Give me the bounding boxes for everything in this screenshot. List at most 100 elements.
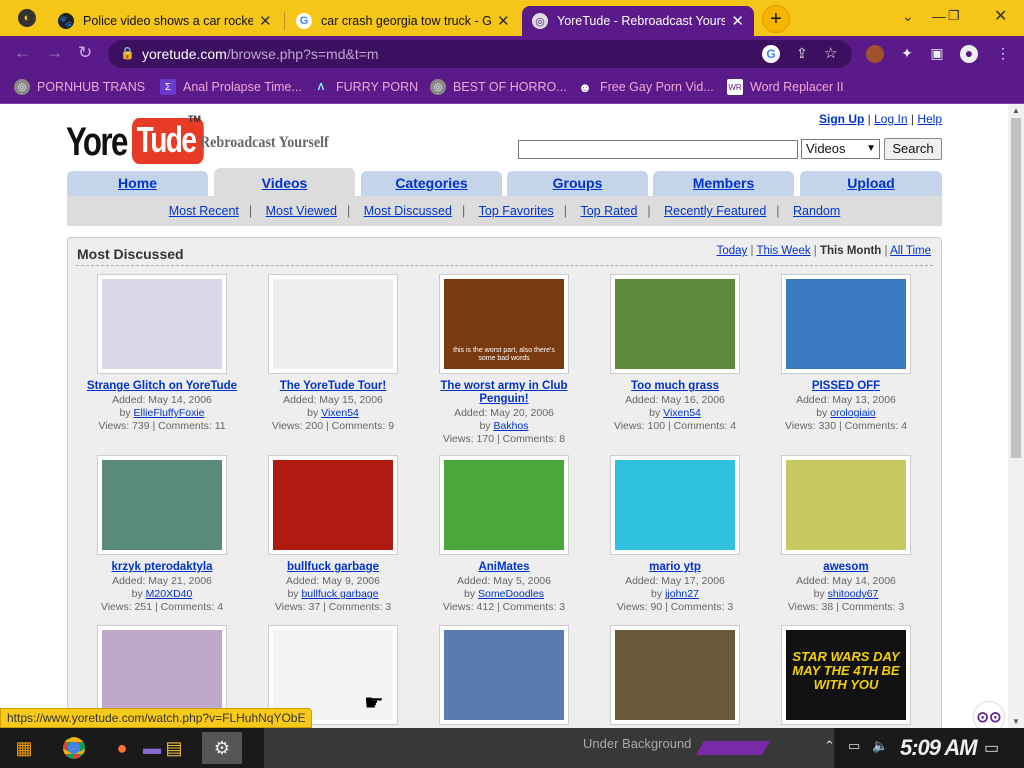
video-title-link[interactable]: bullfuck garbage bbox=[253, 561, 413, 574]
tab-search-icon[interactable]: ⌄ bbox=[902, 8, 914, 25]
tab-groups[interactable]: Groups bbox=[507, 171, 648, 196]
minimize-icon[interactable]: — bbox=[932, 8, 946, 24]
side-panel-icon[interactable]: ▣ bbox=[928, 45, 946, 63]
search-button[interactable]: Search bbox=[884, 138, 942, 160]
video-title-link[interactable]: krzyk pterodaktyla bbox=[82, 561, 242, 574]
subnav-most-recent[interactable]: Most Recent bbox=[169, 204, 239, 218]
subnav-recently-featured[interactable]: Recently Featured bbox=[664, 204, 766, 218]
scroll-thumb[interactable] bbox=[1011, 118, 1021, 458]
tab-label[interactable]: Groups bbox=[553, 175, 603, 191]
tab-upload[interactable]: Upload bbox=[800, 171, 942, 196]
google-lens-icon[interactable]: G bbox=[762, 45, 780, 63]
tray-chevron-icon[interactable]: ⌃ bbox=[824, 738, 835, 754]
uploader-link[interactable]: M20XD40 bbox=[146, 588, 193, 600]
folder-taskbar-icon[interactable]: ▤ bbox=[156, 732, 192, 764]
close-icon[interactable]: ✕ bbox=[497, 12, 510, 30]
chrome-menu-icon[interactable]: ◐ bbox=[18, 9, 36, 27]
video-title-link[interactable]: Too much grass bbox=[595, 380, 755, 393]
restore-icon[interactable]: ❐ bbox=[948, 8, 960, 24]
share-icon[interactable]: ⇪ bbox=[796, 45, 808, 62]
notification-icon[interactable]: ▭ bbox=[984, 738, 999, 758]
close-icon[interactable]: ✕ bbox=[259, 12, 272, 30]
video-title-link[interactable]: The YoreTude Tour! bbox=[253, 380, 413, 393]
video-thumbnail[interactable] bbox=[610, 455, 740, 555]
uploader-link[interactable]: EllieFluffyFoxie bbox=[134, 407, 205, 419]
taskbar-clock[interactable]: 5:09 AM bbox=[900, 735, 978, 761]
tab-members[interactable]: Members bbox=[653, 171, 794, 196]
browser-tab-active[interactable]: ◎ YoreTude - Rebroadcast Yours ✕ bbox=[522, 6, 754, 36]
subnav-random[interactable]: Random bbox=[793, 204, 840, 218]
uploader-link[interactable]: Vixen54 bbox=[663, 407, 701, 419]
video-thumbnail[interactable] bbox=[268, 455, 398, 555]
video-title-link[interactable]: Strange Glitch on YoreTude bbox=[82, 380, 242, 393]
bookmark-item[interactable]: Σ Anal Prolapse Time... bbox=[160, 79, 302, 95]
tab-categories[interactable]: Categories bbox=[361, 171, 502, 196]
tab-label[interactable]: Members bbox=[693, 175, 754, 191]
back-icon[interactable]: ← bbox=[14, 43, 31, 63]
bookmark-item[interactable]: Λ FURRY PORN bbox=[313, 79, 419, 95]
tab-videos[interactable]: Videos bbox=[214, 168, 355, 196]
subnav-most-discussed[interactable]: Most Discussed bbox=[364, 204, 452, 218]
bookmark-item[interactable]: ◎ BEST OF HORRO... bbox=[430, 79, 567, 95]
tab-label[interactable]: Upload bbox=[847, 175, 894, 191]
login-link[interactable]: Log In bbox=[874, 112, 907, 126]
video-thumbnail[interactable] bbox=[610, 274, 740, 374]
volume-icon[interactable]: 🔈 bbox=[872, 738, 888, 754]
close-icon[interactable]: ✕ bbox=[731, 12, 744, 30]
filter-this-week[interactable]: This Week bbox=[756, 245, 810, 257]
uploader-link[interactable]: SomeDoodles bbox=[478, 588, 544, 600]
signup-link[interactable]: Sign Up bbox=[819, 112, 864, 126]
tab-label[interactable]: Videos bbox=[262, 175, 308, 191]
subnav-top-rated[interactable]: Top Rated bbox=[580, 204, 637, 218]
address-bar[interactable]: 🔒 yoretude.com/browse.php?s=md&t=m G ⇪ ☆ bbox=[108, 40, 852, 68]
video-thumbnail[interactable] bbox=[439, 455, 569, 555]
filter-all-time[interactable]: All Time bbox=[890, 245, 931, 257]
tab-label[interactable]: Home bbox=[118, 175, 157, 191]
video-thumbnail[interactable] bbox=[610, 625, 740, 725]
new-tab-button[interactable]: + bbox=[762, 5, 790, 33]
uploader-link[interactable]: bullfuck garbage bbox=[301, 588, 378, 600]
extensions-puzzle-icon[interactable]: ✦ bbox=[898, 45, 916, 63]
close-window-icon[interactable]: ✕ bbox=[994, 6, 1007, 26]
video-thumbnail[interactable]: this is the worst part, also there's som… bbox=[439, 274, 569, 374]
tab-label[interactable]: Categories bbox=[395, 175, 467, 191]
more-menu-icon[interactable]: ⋮ bbox=[994, 45, 1012, 63]
bookmark-star-icon[interactable]: ☆ bbox=[824, 44, 837, 62]
subnav-most-viewed[interactable]: Most Viewed bbox=[266, 204, 337, 218]
settings-taskbar-icon[interactable]: ⚙ bbox=[202, 732, 242, 764]
bookmark-item[interactable]: WR Word Replacer II bbox=[727, 79, 844, 95]
page-scrollbar[interactable]: ▲ ▼ bbox=[1008, 104, 1024, 728]
forward-icon[interactable]: → bbox=[46, 43, 63, 63]
video-thumbnail[interactable] bbox=[268, 274, 398, 374]
uploader-link[interactable]: Vixen54 bbox=[321, 407, 359, 419]
video-thumbnail[interactable] bbox=[781, 274, 911, 374]
start-menu-icon[interactable]: ▦ bbox=[6, 732, 42, 764]
uploader-link[interactable]: shitoody67 bbox=[828, 588, 879, 600]
reload-icon[interactable]: ↻ bbox=[78, 43, 92, 63]
subnav-top-favorites[interactable]: Top Favorites bbox=[479, 204, 554, 218]
video-thumbnail[interactable] bbox=[97, 455, 227, 555]
filter-today[interactable]: Today bbox=[717, 245, 748, 257]
browser-tab[interactable]: G car crash georgia tow truck - G ✕ bbox=[286, 6, 520, 36]
search-type-select[interactable]: Videos ▼ bbox=[801, 139, 880, 159]
help-link[interactable]: Help bbox=[917, 112, 942, 126]
video-thumbnail[interactable] bbox=[439, 625, 569, 725]
bookmark-item[interactable]: ☻ Free Gay Porn Vid... bbox=[577, 79, 714, 95]
uploader-link[interactable]: orologiaio bbox=[830, 407, 876, 419]
profile-icon[interactable]: ● bbox=[960, 45, 978, 63]
video-title-link[interactable]: PISSED OFF bbox=[766, 380, 926, 393]
tab-home[interactable]: Home bbox=[67, 171, 208, 196]
video-thumbnail[interactable] bbox=[97, 274, 227, 374]
uploader-link[interactable]: Bakhos bbox=[493, 420, 528, 432]
video-thumbnail[interactable]: STAR WARS DAY MAY THE 4TH BE WITH YOU bbox=[781, 625, 911, 725]
video-thumbnail[interactable] bbox=[781, 455, 911, 555]
scroll-down-icon[interactable]: ▼ bbox=[1012, 717, 1020, 726]
chrome-taskbar-icon[interactable] bbox=[56, 732, 92, 764]
scroll-up-icon[interactable]: ▲ bbox=[1012, 106, 1020, 115]
video-title-link[interactable]: The worst army in Club Penguin! bbox=[424, 380, 584, 406]
video-title-link[interactable]: awesom bbox=[766, 561, 926, 574]
search-input[interactable] bbox=[518, 140, 798, 159]
video-title-link[interactable]: AniMates bbox=[424, 561, 584, 574]
uploader-link[interactable]: jjohn27 bbox=[665, 588, 699, 600]
extension-avatar-icon[interactable] bbox=[866, 45, 884, 63]
